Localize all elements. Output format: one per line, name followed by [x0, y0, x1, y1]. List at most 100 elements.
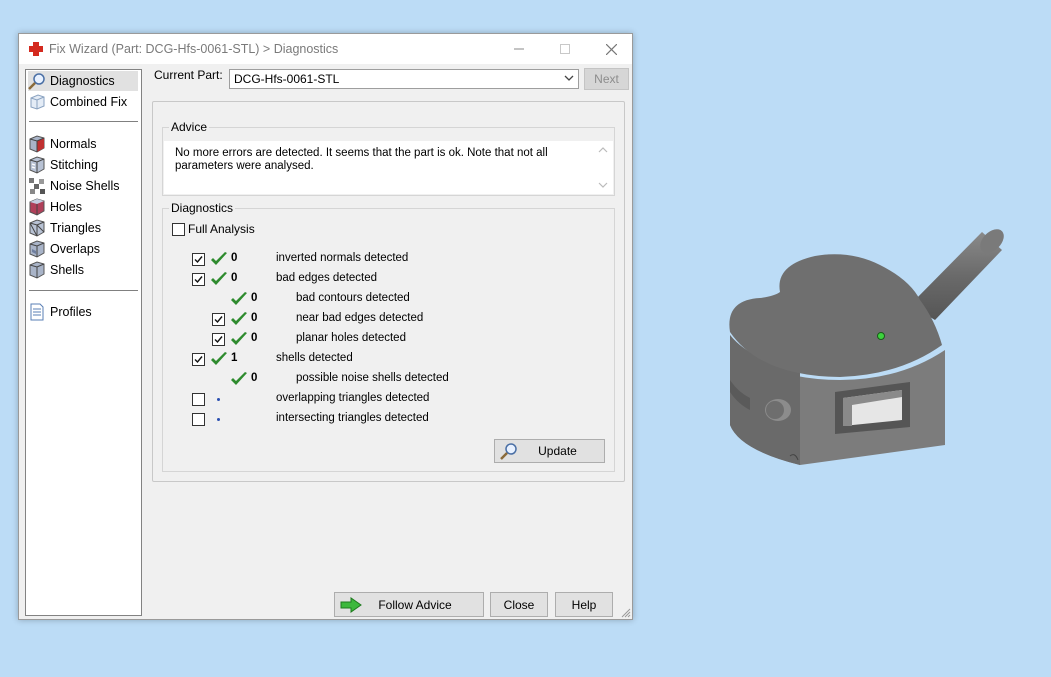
- close-icon: [605, 43, 617, 55]
- maximize-button[interactable]: [542, 34, 588, 64]
- sidebar-item-normals[interactable]: Normals: [28, 134, 138, 154]
- noise-shells-icon: [29, 178, 45, 194]
- diagnostics-group-title: Diagnostics: [169, 201, 236, 215]
- sidebar-item-label: Profiles: [50, 305, 92, 319]
- sidebar-divider: [29, 290, 138, 291]
- cube-overlaps-icon: [29, 240, 45, 258]
- sidebar-item-noise-shells[interactable]: Noise Shells: [28, 176, 138, 196]
- current-part-label: Current Part:: [154, 68, 223, 82]
- advice-scrollbar[interactable]: [596, 143, 610, 192]
- advice-box: No more errors are detected. It seems th…: [164, 141, 613, 194]
- sidebar-item-label: Triangles: [50, 221, 101, 235]
- row-count: 0: [251, 292, 258, 304]
- update-button[interactable]: Update: [494, 439, 605, 463]
- window-title: Fix Wizard (Part: DCG-Hfs-0061-STL) > Di…: [49, 42, 339, 56]
- row-checkbox-near-bad-edges[interactable]: [212, 313, 225, 326]
- minimize-button[interactable]: [496, 34, 542, 64]
- sidebar-item-shells[interactable]: Shells: [28, 260, 138, 280]
- sidebar-item-combined-fix[interactable]: Combined Fix: [28, 92, 138, 112]
- sidebar-item-label: Shells: [50, 263, 85, 277]
- row-label: near bad edges detected: [296, 312, 424, 324]
- cube-triangles-icon: [29, 219, 45, 237]
- follow-advice-label: Follow Advice: [378, 597, 452, 612]
- current-part-dropdown[interactable]: DCG-Hfs-0061-STL: [229, 69, 579, 89]
- sidebar-item-label: Stitching: [50, 158, 98, 172]
- wizard-sidebar: Diagnostics Combined Fix Normals Stitchi…: [25, 69, 142, 616]
- sidebar-divider: [29, 121, 138, 122]
- scroll-down-icon: [598, 182, 608, 188]
- sidebar-item-triangles[interactable]: Triangles: [28, 218, 138, 238]
- update-button-label: Update: [538, 444, 577, 458]
- ok-check-icon: [231, 292, 247, 305]
- full-analysis-checkbox[interactable]: [172, 223, 185, 236]
- row-checkbox-planar-holes[interactable]: [212, 333, 225, 346]
- row-checkbox-bad-edges[interactable]: [192, 273, 205, 286]
- pending-dot-icon: [217, 398, 220, 401]
- cube-normals-icon: [29, 135, 45, 153]
- magnifier-icon: [28, 73, 45, 90]
- next-button[interactable]: Next: [584, 68, 629, 90]
- sidebar-item-label: Diagnostics: [50, 74, 115, 88]
- sidebar-item-stitching[interactable]: Stitching: [28, 155, 138, 175]
- resize-grip-icon[interactable]: [621, 608, 631, 618]
- full-analysis-label: Full Analysis: [188, 222, 255, 236]
- sidebar-item-label: Overlaps: [50, 242, 101, 256]
- close-button[interactable]: Close: [490, 592, 548, 617]
- row-count: 0: [231, 252, 238, 264]
- document-icon: [30, 303, 44, 321]
- app-cross-icon: [29, 42, 43, 56]
- ok-check-icon: [211, 272, 227, 285]
- row-count: 0: [251, 312, 258, 324]
- row-label: bad contours detected: [296, 292, 410, 304]
- checkmark-icon: [214, 316, 223, 324]
- scroll-up-icon: [598, 147, 608, 153]
- cube-icon: [30, 94, 45, 110]
- sidebar-item-profiles[interactable]: Profiles: [28, 302, 138, 322]
- row-checkbox-intersecting-triangles[interactable]: [192, 413, 205, 426]
- title-bar[interactable]: Fix Wizard (Part: DCG-Hfs-0061-STL) > Di…: [19, 34, 632, 64]
- pending-dot-icon: [217, 418, 220, 421]
- row-checkbox-overlapping-triangles[interactable]: [192, 393, 205, 406]
- advice-group: Advice No more errors are detected. It s…: [162, 120, 615, 196]
- row-count: 1: [231, 352, 238, 364]
- row-checkbox-inverted-normals[interactable]: [192, 253, 205, 266]
- row-label: bad edges detected: [276, 272, 378, 284]
- help-button[interactable]: Help: [555, 592, 613, 617]
- minimize-icon: [514, 48, 524, 50]
- pivot-marker-icon: [877, 332, 885, 340]
- fix-wizard-window: Fix Wizard (Part: DCG-Hfs-0061-STL) > Di…: [18, 33, 633, 620]
- current-part-value: DCG-Hfs-0061-STL: [234, 72, 340, 86]
- sidebar-item-overlaps[interactable]: Overlaps: [28, 239, 138, 259]
- cube-shells-icon: [29, 261, 45, 279]
- ok-check-icon: [231, 372, 247, 385]
- advice-group-title: Advice: [169, 120, 210, 134]
- row-label: overlapping triangles detected: [276, 392, 430, 404]
- row-label: shells detected: [276, 352, 353, 364]
- cube-holes-icon: [29, 198, 45, 216]
- row-label: inverted normals detected: [276, 252, 409, 264]
- checkmark-icon: [214, 336, 223, 344]
- sidebar-item-label: Holes: [50, 200, 82, 214]
- checkmark-icon: [194, 356, 203, 364]
- part-3d-model[interactable]: [720, 220, 1020, 470]
- maximize-icon: [560, 44, 570, 54]
- cube-stitching-icon: [29, 156, 45, 174]
- row-label: intersecting triangles detected: [276, 412, 429, 424]
- checkmark-icon: [194, 256, 203, 264]
- magnifier-icon: [500, 443, 517, 460]
- diagnostics-group: Diagnostics Full Analysis 0 inverted nor…: [162, 201, 615, 472]
- sidebar-item-holes[interactable]: Holes: [28, 197, 138, 217]
- ok-check-icon: [231, 332, 247, 345]
- checkmark-icon: [194, 276, 203, 284]
- advice-text: No more errors are detected. It seems th…: [175, 147, 548, 172]
- sidebar-item-label: Noise Shells: [50, 179, 120, 193]
- sidebar-item-diagnostics[interactable]: Diagnostics: [28, 71, 138, 91]
- sidebar-item-label: Combined Fix: [50, 95, 128, 109]
- row-count: 0: [231, 272, 238, 284]
- row-label: planar holes detected: [296, 332, 406, 344]
- row-checkbox-shells[interactable]: [192, 353, 205, 366]
- close-window-button[interactable]: [588, 34, 634, 64]
- ok-check-icon: [211, 352, 227, 365]
- row-label: possible noise shells detected: [296, 372, 449, 384]
- follow-advice-button[interactable]: Follow Advice: [334, 592, 484, 617]
